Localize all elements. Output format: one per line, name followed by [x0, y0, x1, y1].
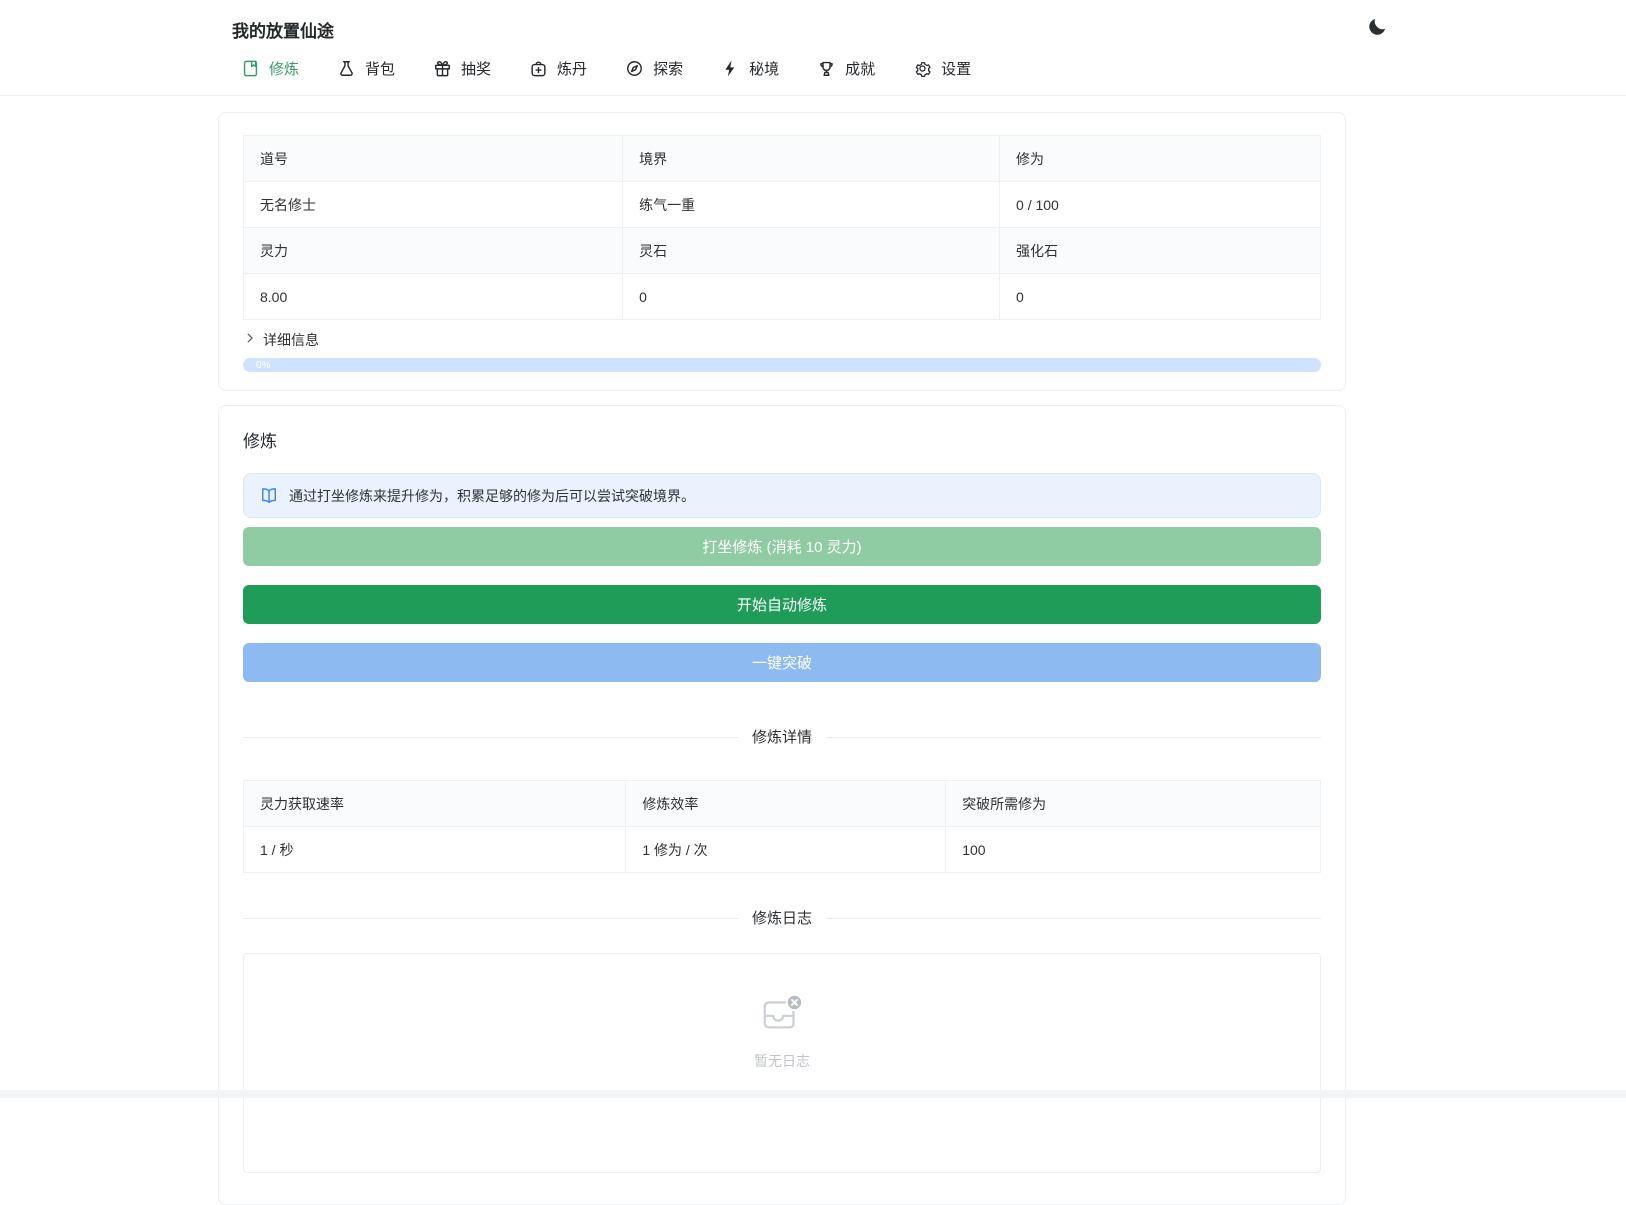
tab-backpack[interactable]: 背包 — [337, 58, 395, 79]
character-stats-table: 道号 境界 修为 无名修士 练气一重 0 / 100 灵力 灵石 强化石 8.0… — [243, 135, 1321, 320]
value-cultivation: 0 / 100 — [1000, 182, 1321, 228]
header-cultivation: 修为 — [1000, 136, 1321, 182]
trophy-icon — [817, 59, 836, 78]
tab-lottery[interactable]: 抽奖 — [433, 58, 491, 79]
header-dao-name: 道号 — [244, 136, 623, 182]
tab-label: 成就 — [845, 58, 875, 79]
pill-bag-icon — [529, 59, 548, 78]
cultivation-details-table: 灵力获取速率 修炼效率 突破所需修为 1 / 秒 1 修为 / 次 100 — [243, 780, 1321, 873]
details-divider-label: 修炼详情 — [738, 727, 826, 748]
header-spirit-stone: 灵石 — [623, 228, 1000, 274]
book-icon — [241, 59, 260, 78]
empty-inbox-icon — [759, 990, 805, 1041]
value-spirit-power: 8.00 — [244, 274, 623, 320]
nav-tabs: 修炼 背包 抽奖 炼丹 探索 — [241, 58, 971, 79]
table-row: 1 / 秒 1 修为 / 次 100 — [244, 827, 1321, 873]
empty-log-text: 暂无日志 — [754, 1051, 810, 1071]
value-enhance-stone: 0 — [1000, 274, 1321, 320]
tab-label: 修炼 — [269, 58, 299, 79]
compass-icon — [625, 59, 644, 78]
character-stats-card: 道号 境界 修为 无名修士 练气一重 0 / 100 灵力 灵石 强化石 8.0… — [218, 112, 1346, 391]
moon-icon — [1366, 25, 1388, 42]
details-expander[interactable]: 详细信息 — [243, 330, 319, 350]
details-expander-label: 详细信息 — [263, 330, 319, 350]
header-efficiency: 修炼效率 — [626, 781, 946, 827]
lightning-icon — [721, 59, 740, 78]
gear-icon — [913, 59, 932, 78]
app-header: 我的放置仙途 修炼 背包 抽奖 炼丹 — [0, 0, 1626, 96]
tab-achievements[interactable]: 成就 — [817, 58, 875, 79]
horizontal-scrollbar[interactable] — [0, 1090, 1626, 1098]
tab-cultivation[interactable]: 修炼 — [241, 58, 299, 79]
header-realm: 境界 — [623, 136, 1000, 182]
log-divider: 修炼日志 — [243, 908, 1321, 929]
tab-secret-realm[interactable]: 秘境 — [721, 58, 779, 79]
open-book-icon — [259, 486, 279, 506]
tab-settings[interactable]: 设置 — [913, 58, 971, 79]
tab-explore[interactable]: 探索 — [625, 58, 683, 79]
cultivation-log-panel: 暂无日志 — [243, 953, 1321, 1173]
table-header-row: 灵力获取速率 修炼效率 突破所需修为 — [244, 781, 1321, 827]
value-spirit-stone: 0 — [623, 274, 1000, 320]
tab-label: 抽奖 — [461, 58, 491, 79]
log-divider-label: 修炼日志 — [738, 908, 826, 929]
progress-label: 0% — [256, 360, 270, 371]
info-alert: 通过打坐修炼来提升修为，积累足够的修为后可以尝试突破境界。 — [243, 473, 1321, 518]
tab-label: 秘境 — [749, 58, 779, 79]
header-spirit-rate: 灵力获取速率 — [244, 781, 626, 827]
tab-label: 探索 — [653, 58, 683, 79]
gift-icon — [433, 59, 452, 78]
flask-icon — [337, 59, 356, 78]
details-divider: 修炼详情 — [243, 727, 1321, 748]
value-dao-name: 无名修士 — [244, 182, 623, 228]
table-header-row: 灵力 灵石 强化石 — [244, 228, 1321, 274]
app-title: 我的放置仙途 — [232, 17, 334, 42]
header-spirit-power: 灵力 — [244, 228, 623, 274]
tab-label: 背包 — [365, 58, 395, 79]
header-breakthrough-req: 突破所需修为 — [946, 781, 1321, 827]
value-efficiency: 1 修为 / 次 — [626, 827, 946, 873]
tab-label: 炼丹 — [557, 58, 587, 79]
breakthrough-button[interactable]: 一键突破 — [243, 643, 1321, 682]
header-enhance-stone: 强化石 — [1000, 228, 1321, 274]
table-row: 8.00 0 0 — [244, 274, 1321, 320]
value-realm: 练气一重 — [623, 182, 1000, 228]
dark-mode-toggle[interactable] — [1366, 16, 1388, 38]
chevron-right-icon — [243, 330, 257, 350]
tab-label: 设置 — [941, 58, 971, 79]
info-alert-text: 通过打坐修炼来提升修为，积累足够的修为后可以尝试突破境界。 — [289, 486, 695, 506]
meditate-button[interactable]: 打坐修炼 (消耗 10 灵力) — [243, 527, 1321, 566]
auto-cultivate-button[interactable]: 开始自动修炼 — [243, 585, 1321, 624]
cultivation-progress-bar: 0% — [243, 358, 1321, 372]
value-breakthrough-req: 100 — [946, 827, 1321, 873]
value-spirit-rate: 1 / 秒 — [244, 827, 626, 873]
cultivation-card: 修炼 通过打坐修炼来提升修为，积累足够的修为后可以尝试突破境界。 打坐修炼 (消… — [218, 405, 1346, 1205]
section-title: 修炼 — [243, 430, 1321, 454]
tab-alchemy[interactable]: 炼丹 — [529, 58, 587, 79]
table-row: 无名修士 练气一重 0 / 100 — [244, 182, 1321, 228]
table-header-row: 道号 境界 修为 — [244, 136, 1321, 182]
